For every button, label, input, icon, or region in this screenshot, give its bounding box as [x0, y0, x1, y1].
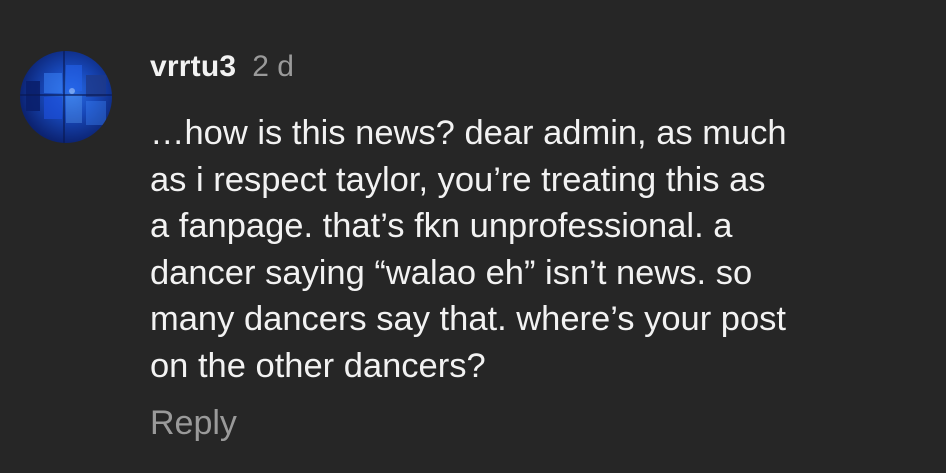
comment-body: …how is this news? dear admin, as much a… [150, 110, 910, 389]
comment-body-line: as i respect taylor, you’re treating thi… [150, 160, 766, 199]
reply-button[interactable]: Reply [150, 404, 237, 443]
comment: vrrtu3 2 d …how is this news? dear admin… [0, 0, 946, 473]
username[interactable]: vrrtu3 [150, 50, 236, 84]
comment-body-line: …how is this news? dear admin, as much [150, 114, 787, 152]
comment-body-line: dancer saying “walao eh” isn’t news. so [150, 253, 753, 292]
comment-body-line: on the other dancers? [150, 346, 486, 385]
timestamp: 2 d [252, 50, 294, 83]
user-avatar[interactable] [20, 51, 112, 143]
comment-body-line: many dancers say that. where’s your post [150, 300, 787, 338]
comment-header: vrrtu3 2 d [150, 50, 294, 88]
comment-body-line: a fanpage. that’s fkn unprofessional. a [150, 207, 733, 245]
avatar-image-icon [20, 51, 112, 143]
